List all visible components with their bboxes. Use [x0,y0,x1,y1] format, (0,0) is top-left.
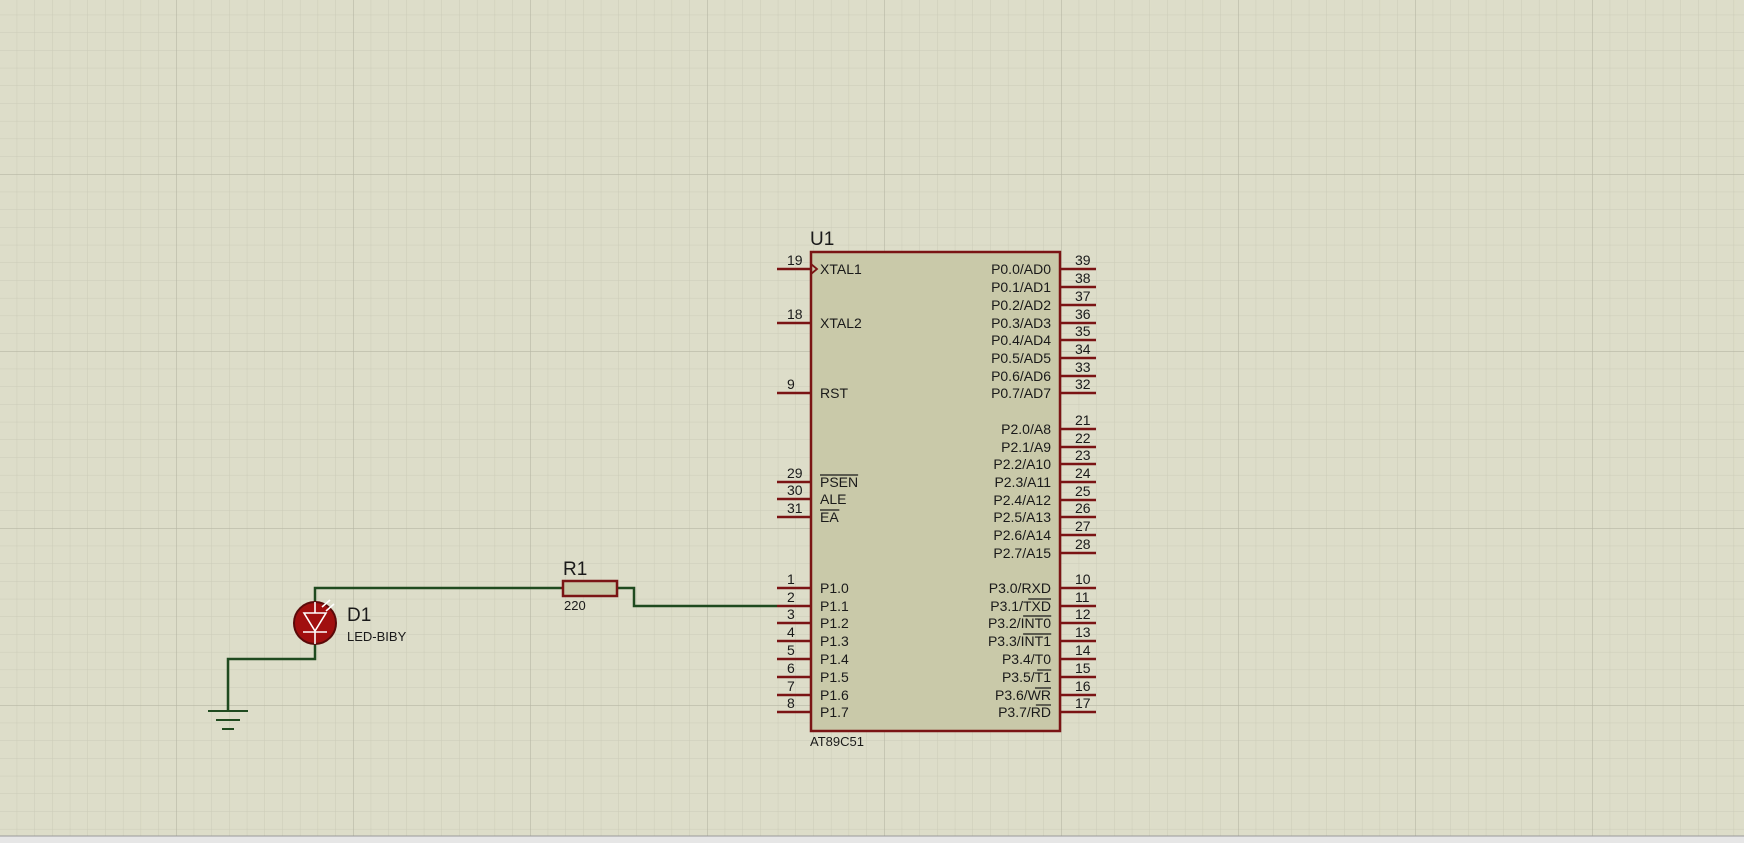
pin-number: 32 [1075,376,1091,392]
pin-name: P2.1/A9 [1001,439,1051,455]
pin-number: 27 [1075,518,1091,534]
pin-number: 31 [787,500,803,516]
pin-number: 13 [1075,624,1091,640]
r1-body[interactable] [561,579,619,598]
pin-name: P1.2 [820,615,849,631]
pin-number: 37 [1075,288,1091,304]
pin-name: P2.5/A13 [993,509,1051,525]
r1-value: 220 [564,598,586,613]
pin-number: 14 [1075,642,1091,658]
pin-name: P3.4/T0 [1002,651,1051,667]
pin-name: P0.6/AD6 [991,368,1051,384]
pin-name: RST [820,385,848,401]
pin-name: P3.1/TXD [990,598,1051,614]
pin-name: P3.6/WR [995,687,1051,703]
pin-number: 18 [787,306,803,322]
pin-number: 8 [787,695,795,711]
pin-name: P2.6/A14 [993,527,1051,543]
pin-number: 2 [787,589,795,605]
pin-name: P2.4/A12 [993,492,1051,508]
pin-number: 24 [1075,465,1091,481]
pin-number: 30 [787,482,803,498]
pin-name: P2.0/A8 [1001,421,1051,437]
pin-name: ALE [820,491,846,507]
pin-number: 9 [787,376,795,392]
pin-name: XTAL1 [820,261,862,277]
pin-number: 25 [1075,483,1091,499]
pin-number: 36 [1075,306,1091,322]
pin-number: 23 [1075,447,1091,463]
pin-name: P0.0/AD0 [991,261,1051,277]
pin-name: P3.7/RD [998,704,1051,720]
schematic-canvas[interactable]: U1 AT89C51 19 XTAL1 18 XTAL2 9 RST 29 PSEN 30 ALE… [0,0,1744,843]
pin-name: P1.4 [820,651,849,667]
pin-number: 5 [787,642,795,658]
pin-number: 6 [787,660,795,676]
pin-name: P0.3/AD3 [991,315,1051,331]
pin-name: P2.3/A11 [994,474,1051,490]
pin-number: 34 [1075,341,1091,357]
pin-number: 4 [787,624,795,640]
pin-number: 26 [1075,500,1091,516]
pin-name: XTAL2 [820,315,862,331]
pin-number: 15 [1075,660,1091,676]
pin-number: 1 [787,571,795,587]
pin-name: P0.2/AD2 [991,297,1051,313]
pin-name: P3.0/RXD [989,580,1051,596]
pin-name: PSEN [820,474,858,490]
pin-name: P0.5/AD5 [991,350,1051,366]
pin-number: 22 [1075,430,1091,446]
pin-name: P0.4/AD4 [991,332,1051,348]
pin-number: 11 [1075,589,1090,605]
u1-part-label: AT89C51 [810,734,864,749]
u1-at89c51-chip[interactable]: U1 AT89C51 19XTAL118XTAL29RST29PSEN30ALE… [777,229,1096,749]
pin-number: 19 [787,252,803,268]
d1-refdes: D1 [347,605,371,626]
pin-number: 38 [1075,270,1091,286]
pin-name: P1.7 [820,704,849,720]
pin-number: 28 [1075,536,1091,552]
pin-number: 3 [787,606,795,622]
pin-name: P1.5 [820,669,849,685]
pin-number: 10 [1075,571,1091,587]
r1-refdes: R1 [563,559,587,580]
pin-name: P2.7/A15 [993,545,1051,561]
u1-refdes: U1 [810,229,834,250]
d1-part-label: LED-BIBY [347,629,407,644]
pin-name: P1.6 [820,687,849,703]
pin-name: P1.3 [820,633,849,649]
pin-number: 35 [1075,323,1091,339]
pin-number: 12 [1075,606,1091,622]
pin-name: P1.0 [820,580,849,596]
pin-number: 33 [1075,359,1091,375]
pin-name: P1.1 [820,598,849,614]
pin-number: 29 [787,465,803,481]
pin-name: P0.7/AD7 [991,385,1051,401]
bottom-edge [0,836,1744,843]
pin-number: 16 [1075,678,1091,694]
pin-name: P3.5/T1 [1002,669,1051,685]
pin-number: 7 [787,678,795,694]
pin-name: P3.3/INT1 [988,633,1051,649]
pin-name: EA [820,509,839,525]
pin-number: 17 [1075,695,1091,711]
pin-number: 21 [1075,412,1091,428]
pin-number: 39 [1075,252,1091,268]
pin-name: P0.1/AD1 [991,279,1051,295]
pin-name: P2.2/A10 [993,456,1051,472]
pin-name: P3.2/INT0 [988,615,1051,631]
schematic-sheet[interactable]: U1 AT89C51 19XTAL118XTAL29RST29PSEN30ALE… [0,0,1744,843]
